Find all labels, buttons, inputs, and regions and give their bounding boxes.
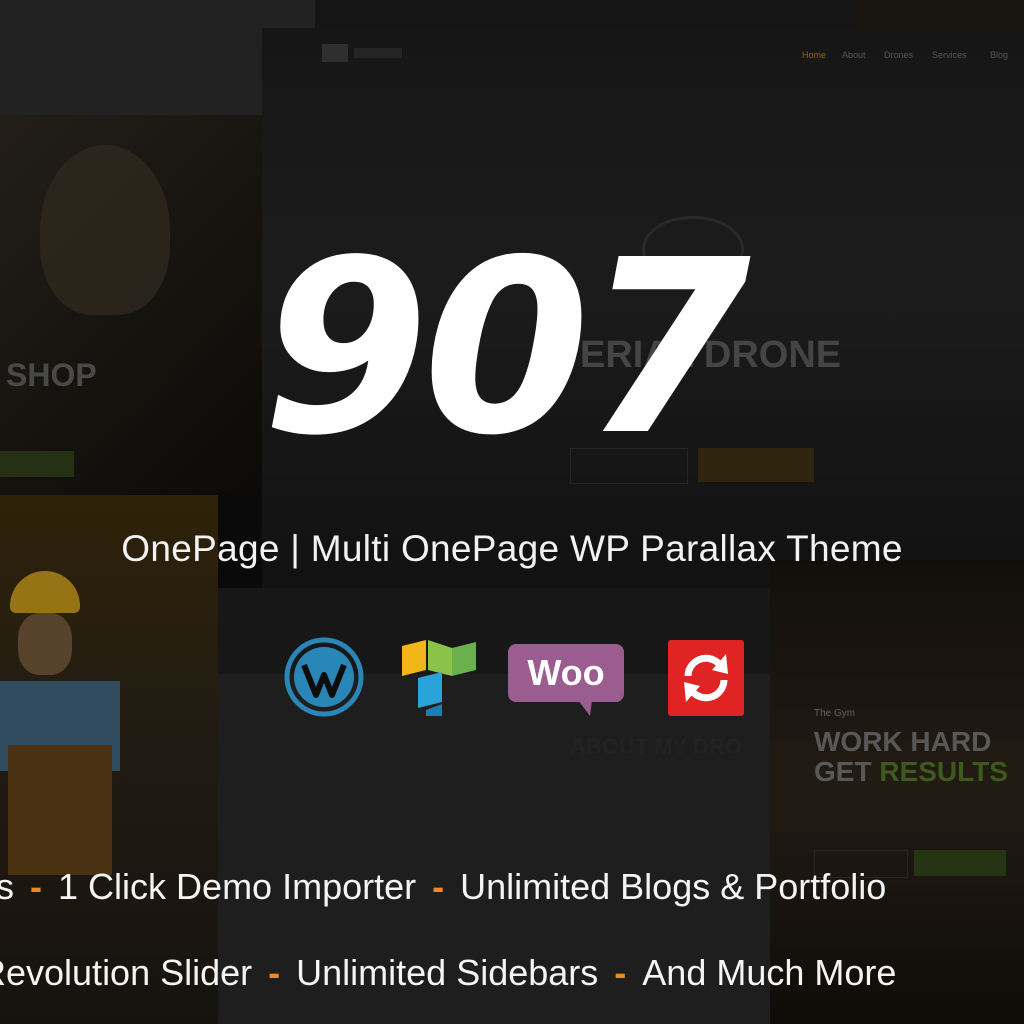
- feature-separator: -: [268, 952, 281, 993]
- hero-number: 907: [262, 208, 751, 488]
- feature-item: And Much More: [642, 952, 897, 993]
- feature-item: ps: [0, 866, 15, 907]
- feature-item: 1 Click Demo Importer: [58, 866, 417, 907]
- feature-line-2: Revolution Slider - Unlimited Sidebars - And…: [0, 952, 896, 994]
- slider-revolution-icon: [668, 640, 744, 716]
- feature-separator: -: [30, 866, 43, 907]
- feature-item: Unlimited Blogs & Portfolio: [460, 866, 887, 907]
- woocommerce-icon: Woo: [508, 644, 624, 716]
- visual-composer-icon: [402, 640, 476, 716]
- feature-item: Unlimited Sidebars: [296, 952, 599, 993]
- hero-subtitle: OnePage | Multi OnePage WP Parallax Them…: [121, 528, 903, 569]
- feature-separator: -: [432, 866, 445, 907]
- woocommerce-label: Woo: [527, 652, 605, 693]
- wordpress-icon: [284, 637, 364, 717]
- feature-item: Revolution Slider: [0, 952, 253, 993]
- feature-separator: -: [614, 952, 627, 993]
- feature-line-1: ps-1 Click Demo Importer-Unlimited Blogs…: [0, 866, 886, 908]
